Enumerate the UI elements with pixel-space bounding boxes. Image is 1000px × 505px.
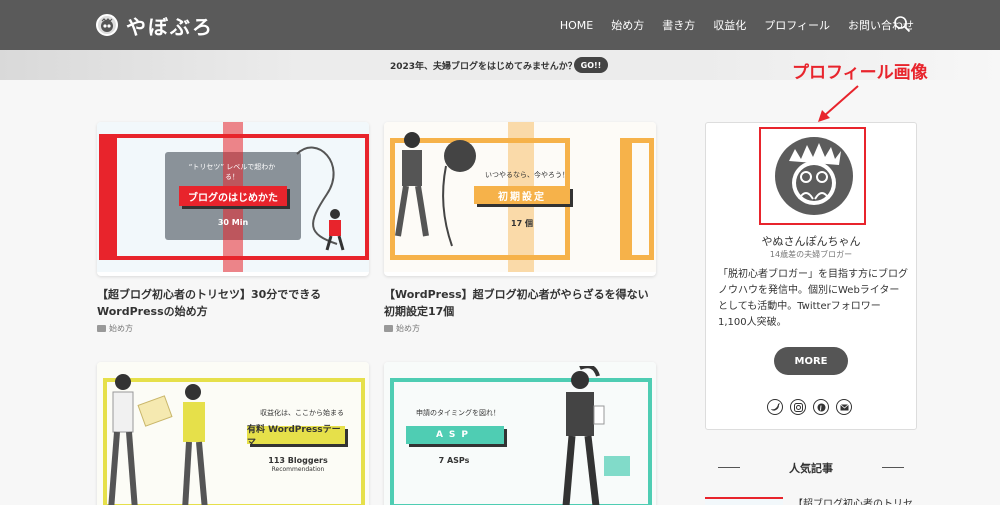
thumbnail-ribbon: 有料 WordPressテーマ — [247, 425, 345, 448]
logo-text: やぼぶろ — [126, 14, 214, 39]
search-icon[interactable] — [893, 15, 911, 33]
popular-article-item[interactable]: 【超ブログ初心者のトリセ — [705, 492, 917, 505]
more-button[interactable]: MORE — [774, 347, 848, 375]
article-card[interactable]: 収益化は、ここから始まる 有料 WordPressテーマ 113 Blogger… — [97, 362, 369, 505]
site-logo[interactable]: やぼぶろ — [96, 12, 214, 39]
nav-writing[interactable]: 書き方 — [662, 17, 695, 33]
thumbnail-frame-side — [620, 138, 654, 260]
thumbnail-subtext: 113 Bloggers — [268, 456, 328, 465]
thumbnail-ribbon: ブログのはじめかた — [179, 186, 287, 206]
article-title-line: 初期設定17個 — [384, 305, 455, 318]
article-title[interactable]: 【WordPress】超ブログ初心者がやらざるを得ない 初期設定17個 — [384, 286, 684, 320]
article-thumbnail[interactable]: “トリセツ” レベルで超わかる！ ブログのはじめかた 30 Min — [97, 122, 369, 272]
thumbnail-ribbon: 初期設定 — [474, 186, 570, 204]
nav-home[interactable]: HOME — [560, 19, 593, 32]
thumbnail-kicker: いつやるなら、今やろう！ — [485, 171, 569, 179]
article-title-line: 【超ブログ初心者のトリセツ】30分でできる — [97, 288, 322, 301]
person-illustration — [395, 132, 476, 247]
article-thumbnail[interactable]: 収益化は、ここから始まる 有料 WordPressテーマ 113 Blogger… — [97, 362, 369, 505]
article-title-line: 【WordPress】超ブログ初心者がやらざるを得ない — [384, 288, 649, 301]
thumbnail-kicker: “トリセツ” レベルで超わかる！ — [188, 163, 276, 181]
avatar[interactable] — [775, 137, 853, 215]
annotation-label: プロフィール画像 — [792, 63, 928, 83]
banner-text: 2023年、夫婦ブログをはじめてみませんか？ — [390, 62, 577, 72]
profile-subtitle: 14歳差の夫婦ブロガー — [769, 250, 853, 259]
person-illustration — [562, 366, 630, 505]
popular-article-title[interactable]: 【超ブログ初心者のトリセ — [793, 495, 913, 505]
thumbnail-subtext: 7 ASPs — [438, 456, 470, 465]
popular-article-thumbnail[interactable] — [705, 497, 783, 505]
category-label: 始め方 — [109, 324, 133, 333]
profile-widget: やぬさんぽんちゃん 14歳差の夫婦ブロガー 「脱初心者ブロガー」を目指す方にブロ… — [705, 122, 917, 430]
article-thumbnail[interactable]: いつやるなら、今やろう！ 初期設定 17 個 — [384, 122, 656, 272]
annotation-arrow-icon — [818, 85, 859, 122]
heading-divider — [882, 467, 904, 468]
instagram-icon[interactable] — [790, 399, 806, 415]
article-thumbnail[interactable]: 申請のタイミングを図れ！ ASP 7 ASPs — [384, 362, 656, 505]
article-title[interactable]: 【超ブログ初心者のトリセツ】30分でできる WordPressの始め方 — [97, 286, 377, 320]
profile-name: やぬさんぽんちゃん — [761, 235, 861, 248]
logo-face-icon — [96, 14, 118, 36]
page: やぼぶろ HOME 始め方 書き方 収益化 プロフィール お問い合わせ 2023… — [0, 0, 1000, 505]
article-card[interactable]: いつやるなら、今やろう！ 初期設定 17 個 — [384, 122, 656, 276]
thumbnail-ribbon: ASP — [406, 426, 504, 444]
category-label: 始め方 — [396, 324, 420, 333]
nav-getting-started[interactable]: 始め方 — [611, 17, 644, 33]
article-card[interactable]: 申請のタイミングを図れ！ ASP 7 ASPs — [384, 362, 656, 505]
popular-articles-heading: 人気記事 — [718, 458, 904, 476]
mail-icon[interactable] — [836, 399, 852, 415]
article-category[interactable]: 始め方 — [384, 323, 420, 334]
main-nav: HOME 始め方 書き方 収益化 プロフィール お問い合わせ — [542, 0, 914, 50]
pinterest-icon[interactable] — [813, 399, 829, 415]
article-card[interactable]: “トリセツ” レベルで超わかる！ ブログのはじめかた 30 Min — [97, 122, 369, 276]
profile-image-highlight — [759, 127, 866, 225]
site-header: やぼぶろ HOME 始め方 書き方 収益化 プロフィール お問い合わせ — [0, 0, 1000, 50]
person-illustration — [296, 146, 345, 251]
thumbnail-kicker: 申請のタイミングを図れ！ — [416, 409, 500, 417]
profile-description: 「脱初心者ブロガー」を目指す方にブログノウハウを発信中。個別にWebライターとし… — [718, 269, 908, 328]
folder-icon — [384, 325, 393, 332]
thumbnail-subtext-small: Recommendation — [271, 466, 325, 473]
social-links — [767, 399, 859, 415]
thumbnail-subtext: 30 Min — [217, 218, 249, 227]
couple-face-icon — [789, 143, 841, 205]
folder-icon — [97, 325, 106, 332]
article-title-line: WordPressの始め方 — [97, 305, 208, 318]
popular-title: 人気記事 — [789, 462, 833, 475]
people-illustration — [108, 374, 208, 505]
thumbnail-kicker: 収益化は、ここから始まる — [260, 409, 344, 417]
article-category[interactable]: 始め方 — [97, 323, 133, 334]
nav-profile[interactable]: プロフィール — [764, 17, 830, 33]
nav-monetize[interactable]: 収益化 — [713, 17, 746, 33]
go-button[interactable]: GO!! — [574, 57, 608, 73]
thumbnail-subtext: 17 個 — [511, 219, 533, 228]
twitter-icon[interactable] — [767, 399, 783, 415]
